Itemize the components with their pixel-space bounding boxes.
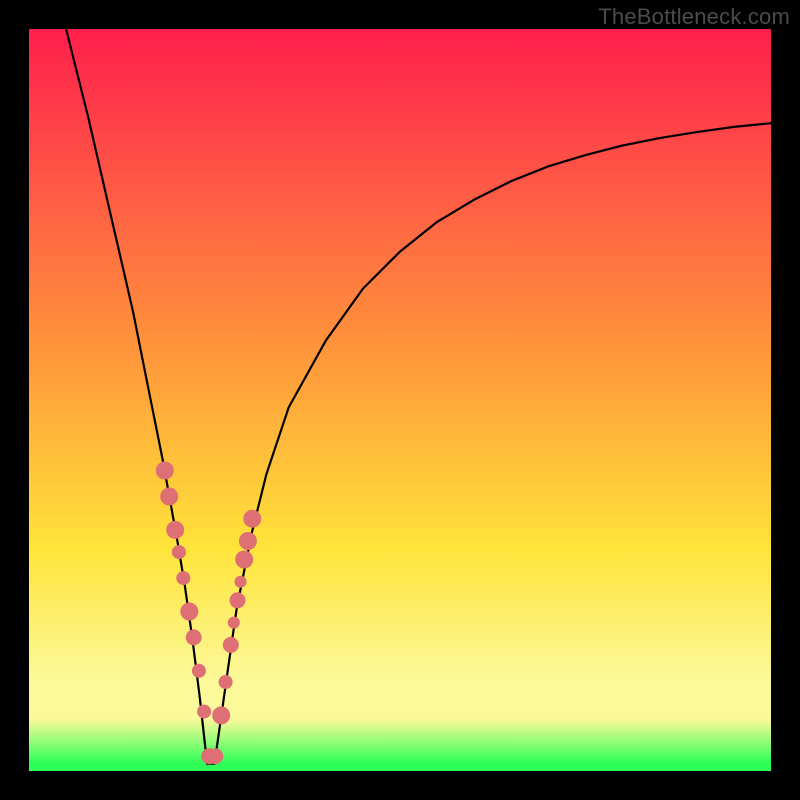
curve-marker bbox=[172, 545, 186, 559]
curve-marker bbox=[180, 603, 198, 621]
curve-marker bbox=[186, 629, 202, 645]
curve-marker bbox=[223, 637, 239, 653]
chart-frame: TheBottleneck.com bbox=[0, 0, 800, 800]
curve-marker bbox=[228, 617, 240, 629]
curve-marker bbox=[192, 664, 206, 678]
curve-marker bbox=[230, 592, 246, 608]
curve-marker bbox=[207, 748, 223, 764]
curve-marker bbox=[243, 510, 261, 528]
curve-marker bbox=[235, 551, 253, 569]
curve-marker bbox=[239, 532, 257, 550]
curve-marker bbox=[166, 521, 184, 539]
curve-marker bbox=[197, 705, 211, 719]
bottleneck-curve-svg bbox=[29, 29, 771, 771]
curve-marker bbox=[235, 576, 247, 588]
curve-marker bbox=[176, 571, 190, 585]
watermark-text: TheBottleneck.com bbox=[598, 4, 790, 30]
curve-marker bbox=[212, 706, 230, 724]
curve-marker bbox=[219, 675, 233, 689]
plot-area bbox=[29, 29, 771, 771]
curve-marker bbox=[160, 488, 178, 506]
bottleneck-curve bbox=[66, 29, 771, 764]
curve-marker bbox=[156, 462, 174, 480]
